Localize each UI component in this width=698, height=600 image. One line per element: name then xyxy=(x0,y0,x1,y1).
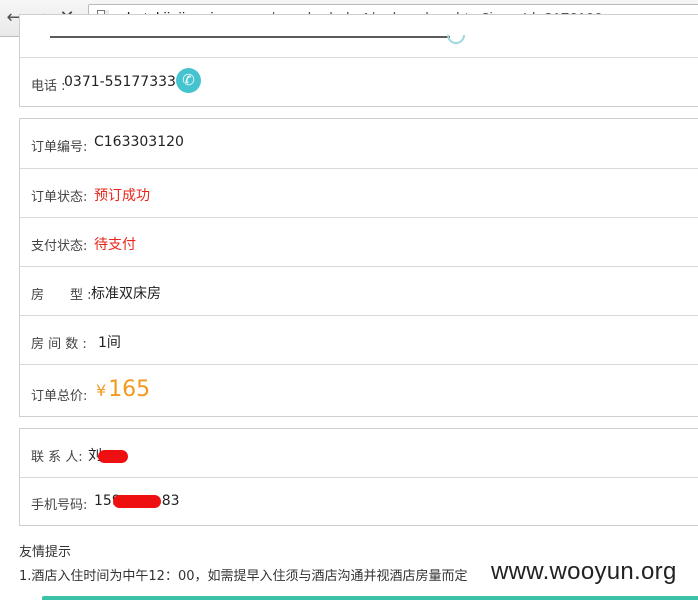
room-count-value: 1间 xyxy=(98,335,121,351)
room-count-row: 房 间 数 : 1间 xyxy=(20,315,698,364)
watermark: www.wooyun.org xyxy=(491,558,677,585)
order-details-panel: 订单编号: C163303120 订单状态: 预订成功 支付状态: 待支付 房 … xyxy=(19,118,698,417)
mobile-row: 手机号码: 159 83 xyxy=(20,477,698,525)
room-type-value: 标准双床房 xyxy=(91,286,161,302)
order-total-value: 165 xyxy=(108,377,151,402)
hotel-info-panel: 电话 : 0371-55177333 ✆ xyxy=(19,14,698,107)
contact-name-label: 联 系 人: xyxy=(31,450,83,465)
phone-icon[interactable]: ✆ xyxy=(176,68,201,93)
mobile-value: 159 83 xyxy=(94,493,180,509)
room-type-label: 房 型 : xyxy=(31,288,92,303)
mobile-suffix: 83 xyxy=(161,493,180,509)
currency-symbol: ¥ xyxy=(96,381,107,400)
cropped-address-row xyxy=(50,29,460,39)
redaction-mark xyxy=(98,449,128,463)
tips-line-1: 1.酒店入住时间为中午12：00，如需提早入住须与酒店沟通并视酒店房量而定 xyxy=(19,569,468,584)
contact-panel: 联 系 人: 刘 手机号码: 159 83 xyxy=(19,428,698,526)
redaction-mark xyxy=(112,494,161,508)
order-status-value: 预订成功 xyxy=(94,188,150,204)
order-total-row: 订单总价: ¥165 xyxy=(20,364,698,417)
tips-title: 友情提示 xyxy=(19,545,72,560)
payment-status-row: 支付状态: 待支付 xyxy=(20,217,698,266)
order-number-label: 订单编号: xyxy=(31,140,88,155)
hotel-phone-row: 电话 : 0371-55177333 ✆ xyxy=(20,57,698,107)
phone-value: 0371-55177333 xyxy=(64,74,176,90)
order-total-label: 订单总价: xyxy=(31,389,88,404)
phone-label: 电话 : xyxy=(31,79,66,94)
payment-status-label: 支付状态: xyxy=(31,239,88,254)
order-number-value: C163303120 xyxy=(94,134,184,150)
room-type-row: 房 型 : 标准双床房 xyxy=(20,266,698,315)
bottom-button-edge[interactable] xyxy=(42,596,698,600)
room-count-label: 房 间 数 : xyxy=(31,337,87,352)
mobile-label: 手机号码: xyxy=(31,498,88,513)
order-number-row: 订单编号: C163303120 xyxy=(20,119,698,168)
payment-status-value: 待支付 xyxy=(94,237,136,253)
order-status-label: 订单状态: xyxy=(31,190,88,205)
order-total-price: ¥165 xyxy=(96,377,150,402)
contact-name-row: 联 系 人: 刘 xyxy=(20,429,698,477)
order-status-row: 订单状态: 预订成功 xyxy=(20,168,698,217)
contact-name-value: 刘 xyxy=(88,445,128,465)
